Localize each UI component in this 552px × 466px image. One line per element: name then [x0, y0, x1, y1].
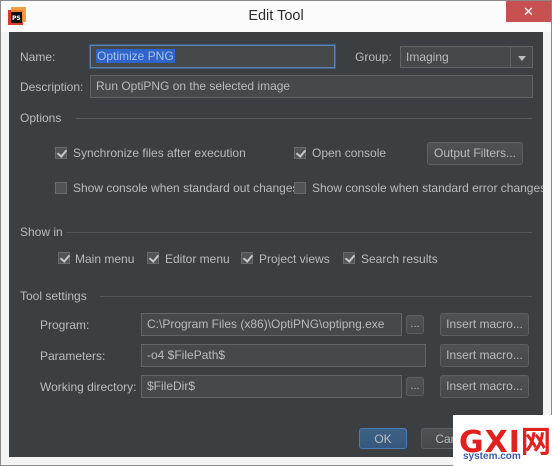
parameters-input[interactable]: -o4 $FilePath$: [141, 344, 426, 367]
parameters-value: -o4 $FilePath$: [147, 348, 226, 362]
close-button[interactable]: ✕: [506, 1, 551, 22]
group-label: Group:: [355, 50, 392, 64]
sync-files-checkbox[interactable]: [55, 147, 67, 159]
console-stderr-label[interactable]: Show console when standard error changes: [312, 181, 543, 195]
sync-files-label[interactable]: Synchronize files after execution: [73, 146, 246, 160]
group-value: Imaging: [406, 50, 449, 64]
program-browse-button[interactable]: ...: [406, 315, 424, 334]
options-section-label: Options: [20, 111, 62, 125]
working-directory-input[interactable]: $FileDir$: [141, 375, 402, 398]
main-menu-label[interactable]: Main menu: [75, 252, 134, 266]
options-separator: [76, 118, 532, 119]
description-value: Run OptiPNG on the selected image: [96, 79, 291, 93]
window-title: Edit Tool: [248, 8, 304, 24]
search-results-label[interactable]: Search results: [361, 252, 438, 266]
program-value: C:\Program Files (x86)\OptiPNG\optipng.e…: [147, 317, 385, 331]
editor-menu-label[interactable]: Editor menu: [165, 252, 230, 266]
working-directory-browse-button[interactable]: ...: [406, 377, 424, 396]
title-bar[interactable]: PS Edit Tool ✕: [1, 1, 551, 32]
program-insert-macro-button[interactable]: Insert macro...: [440, 313, 529, 336]
program-input[interactable]: C:\Program Files (x86)\OptiPNG\optipng.e…: [141, 313, 402, 336]
tool-settings-separator: [100, 296, 532, 297]
chevron-down-icon[interactable]: [510, 47, 532, 67]
working-directory-insert-macro-button[interactable]: Insert macro...: [440, 375, 529, 398]
output-filters-button[interactable]: Output Filters...: [427, 142, 523, 165]
open-console-label[interactable]: Open console: [312, 146, 386, 160]
description-input[interactable]: Run OptiPNG on the selected image: [90, 75, 533, 98]
show-in-section-label: Show in: [20, 225, 63, 239]
name-input[interactable]: Optimize PNG: [90, 45, 335, 68]
console-stdout-label[interactable]: Show console when standard out changes: [73, 181, 299, 195]
console-stderr-checkbox[interactable]: [294, 182, 306, 194]
search-results-checkbox[interactable]: [343, 252, 355, 264]
name-label: Name:: [20, 50, 56, 64]
description-label: Description:: [20, 80, 84, 94]
edit-tool-window: PS Edit Tool ✕ Name: Optimize PNG Group:…: [0, 0, 552, 466]
project-views-checkbox[interactable]: [241, 252, 253, 264]
dialog-content: Name: Optimize PNG Group: Imaging Descri…: [9, 32, 543, 457]
group-select[interactable]: Imaging: [400, 46, 533, 68]
tool-settings-section-label: Tool settings: [20, 289, 87, 303]
console-stdout-checkbox[interactable]: [55, 182, 67, 194]
editor-menu-checkbox[interactable]: [147, 252, 159, 264]
working-directory-label: Working directory:: [40, 380, 137, 394]
program-label: Program:: [40, 318, 90, 332]
main-menu-checkbox[interactable]: [58, 252, 70, 264]
watermark-sub-text: system.com: [463, 451, 521, 462]
watermark-logo: GXI网 system.com: [453, 415, 552, 466]
parameters-insert-macro-button[interactable]: Insert macro...: [440, 344, 529, 367]
name-value: Optimize PNG: [96, 49, 175, 63]
open-console-checkbox[interactable]: [294, 147, 306, 159]
show-in-separator: [66, 232, 532, 233]
close-icon: ✕: [523, 4, 534, 19]
working-directory-value: $FileDir$: [147, 379, 196, 393]
project-views-label[interactable]: Project views: [259, 252, 330, 266]
parameters-label: Parameters:: [40, 349, 106, 363]
ok-button[interactable]: OK: [359, 428, 407, 449]
